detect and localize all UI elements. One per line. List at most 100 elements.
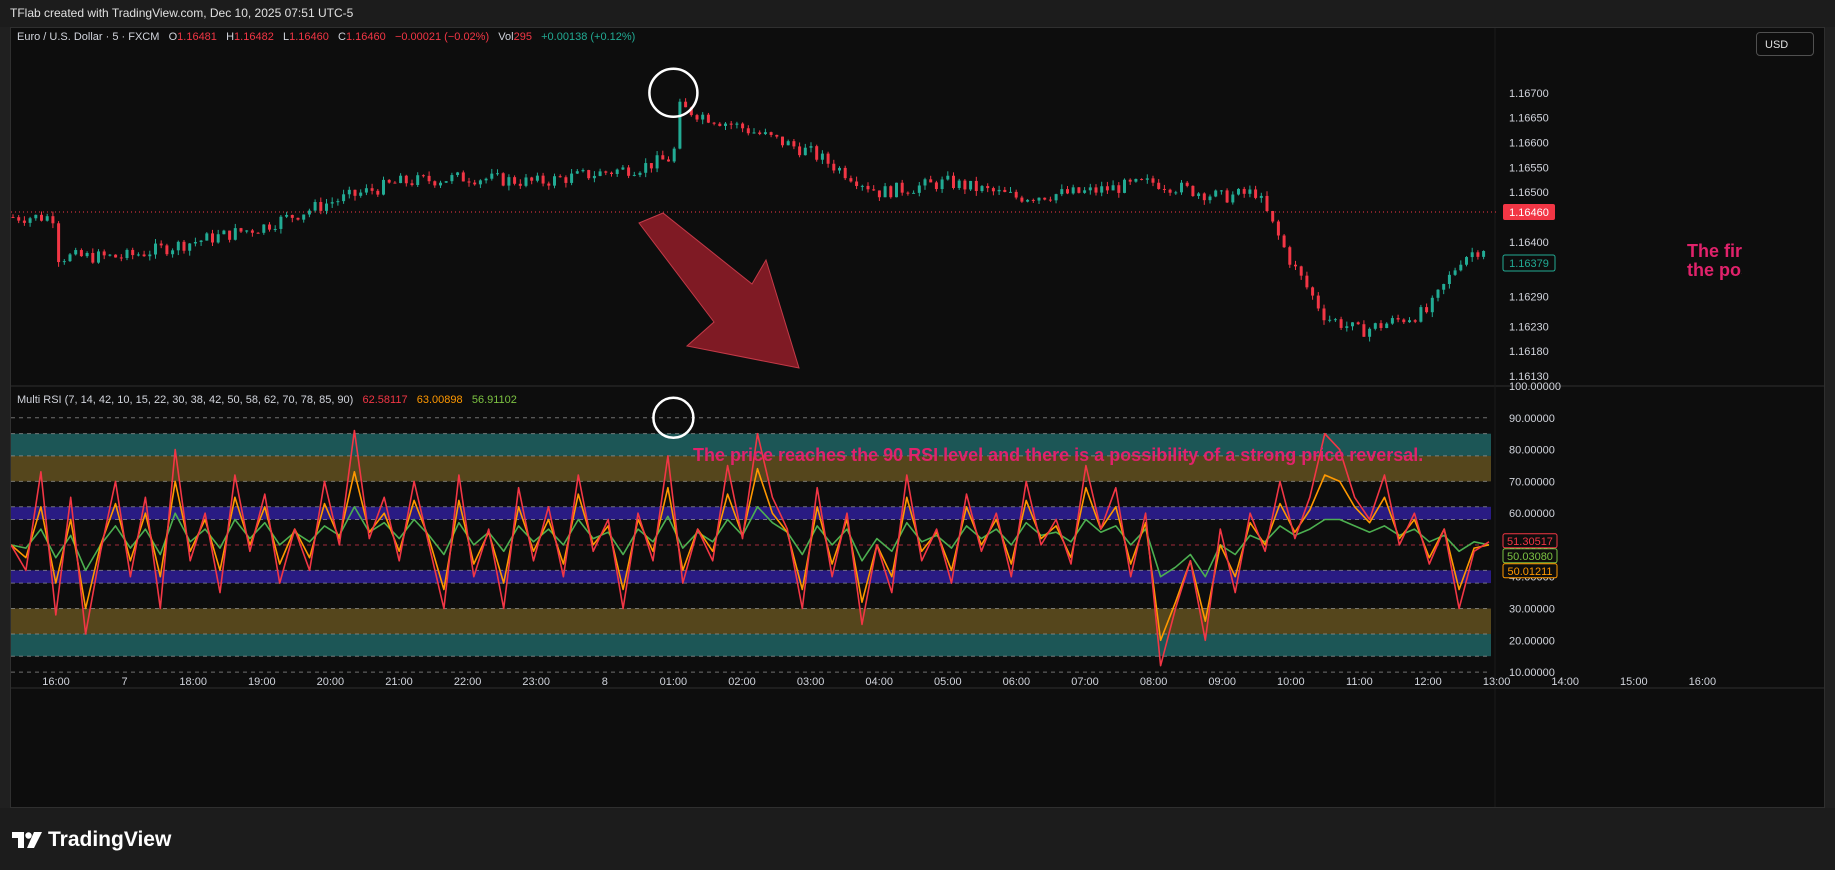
candle-body: [1242, 188, 1246, 194]
rsi-axis-tick: 10.00000: [1509, 667, 1555, 679]
candle-body: [1248, 189, 1252, 194]
tradingview-logo[interactable]: TradingView: [12, 828, 171, 852]
candle-body: [456, 172, 460, 176]
candle-body: [399, 175, 403, 184]
candle-body: [359, 192, 363, 196]
candle-body: [216, 234, 220, 243]
candle-body: [370, 188, 374, 191]
candle-body: [587, 170, 591, 179]
candle-body: [108, 254, 112, 256]
time-axis-tick: 16:00: [1689, 676, 1717, 688]
candle-body: [11, 217, 15, 219]
candle-body: [513, 177, 517, 184]
candle-body: [262, 224, 266, 233]
candle-body: [627, 167, 631, 176]
candle-body: [114, 254, 118, 258]
candle-body: [353, 189, 357, 196]
candle-body: [1219, 190, 1223, 192]
candle-body: [245, 230, 249, 232]
rsi-axis-tick: 20.00000: [1509, 635, 1555, 647]
candle-body: [461, 172, 465, 182]
candle-body: [724, 123, 727, 126]
candle-body: [1083, 190, 1087, 193]
candle-body: [330, 202, 334, 204]
candle-body: [1430, 297, 1434, 313]
candle-body: [957, 180, 961, 188]
chart-frame[interactable]: 1.16700 1.16650 1.16600 1.16550 1.16500 1.164…: [10, 27, 1825, 808]
candle-body: [125, 249, 129, 259]
symbol-label[interactable]: Euro / U.S. Dollar · 5 · FXCM: [17, 31, 159, 43]
time-axis-tick: 03:00: [797, 676, 825, 688]
candle-body: [1066, 189, 1069, 194]
tradingview-logo-icon: [12, 832, 42, 848]
candle-body: [205, 233, 209, 241]
close-value: 1.16460: [346, 31, 386, 43]
price-axis-tick: 1.16400: [1509, 237, 1549, 249]
candle-body: [820, 153, 824, 160]
candle-body: [1356, 322, 1360, 325]
candle-body: [1294, 264, 1297, 267]
candle-body: [752, 132, 756, 134]
candle-body: [1191, 185, 1195, 197]
price-axis-tick: 1.16550: [1509, 162, 1549, 174]
candle-body: [1419, 307, 1423, 322]
candle-body: [45, 216, 49, 221]
rsi-axis-tick: 100.00000: [1509, 381, 1561, 393]
candle-body: [815, 146, 819, 160]
candle-body: [57, 223, 61, 263]
candle-body: [553, 176, 556, 186]
candle-body: [1145, 178, 1149, 180]
candle-body: [1026, 199, 1030, 202]
time-axis-tick: 07:00: [1071, 676, 1099, 688]
rsi-title[interactable]: Multi RSI (7, 14, 42, 10, 15, 22, 30, 38…: [17, 394, 353, 406]
candle-body: [102, 251, 106, 256]
candle-body: [165, 245, 169, 255]
price-legend: Euro / U.S. Dollar · 5 · FXCM O1.16481 H…: [17, 31, 635, 43]
candle-body: [706, 114, 710, 123]
time-axis-tick: 02:00: [728, 676, 756, 688]
time-axis-tick: 05:00: [934, 676, 962, 688]
candle-body: [74, 250, 78, 255]
candle-body: [1214, 190, 1218, 197]
footer-bar: TradingView: [0, 808, 1835, 870]
candle-body: [1425, 307, 1429, 313]
time-axis-tick: 08:00: [1140, 676, 1168, 688]
candle-body: [997, 189, 1001, 192]
candle-body: [1134, 178, 1138, 182]
candle-body: [883, 186, 887, 198]
candle-body: [1402, 319, 1406, 323]
candle-body: [410, 183, 414, 186]
candle-body: [307, 210, 311, 215]
candle-body: [1237, 188, 1240, 195]
candle-body: [154, 243, 157, 255]
price-annotation-line1: The first: [1687, 242, 1742, 261]
candle-body: [1231, 194, 1235, 203]
candle-body: [1390, 318, 1394, 324]
candle-body: [912, 192, 916, 194]
candle-body: [302, 214, 306, 220]
candle-body: [22, 220, 26, 223]
candle-body: [1408, 320, 1411, 323]
candle-body: [792, 141, 796, 147]
price-axis-tick: 1.16230: [1509, 321, 1549, 333]
candle-body: [1111, 185, 1115, 191]
time-axis-tick: 7: [122, 676, 128, 688]
candle-body: [1271, 211, 1275, 222]
candle-body: [1482, 251, 1486, 257]
chart-canvas[interactable]: 1.16700 1.16650 1.16600 1.16550 1.16500 1.164…: [11, 28, 1825, 808]
time-axis-tick: 13:00: [1483, 676, 1511, 688]
candle-body: [17, 217, 21, 221]
candle-body: [991, 188, 995, 192]
currency-button[interactable]: USD: [1756, 32, 1814, 56]
candle-body: [518, 183, 522, 186]
candle-body: [364, 188, 368, 193]
time-axis-tick: 01:00: [660, 676, 688, 688]
candle-body: [1436, 289, 1440, 298]
candle-body: [775, 134, 779, 137]
vol-label: Vol: [498, 31, 514, 43]
rsi-axis-tick: 70.00000: [1509, 476, 1555, 488]
time-axis-tick: 21:00: [385, 676, 413, 688]
candle-body: [632, 174, 636, 176]
candle-body: [952, 175, 955, 188]
candle-body: [176, 241, 180, 251]
